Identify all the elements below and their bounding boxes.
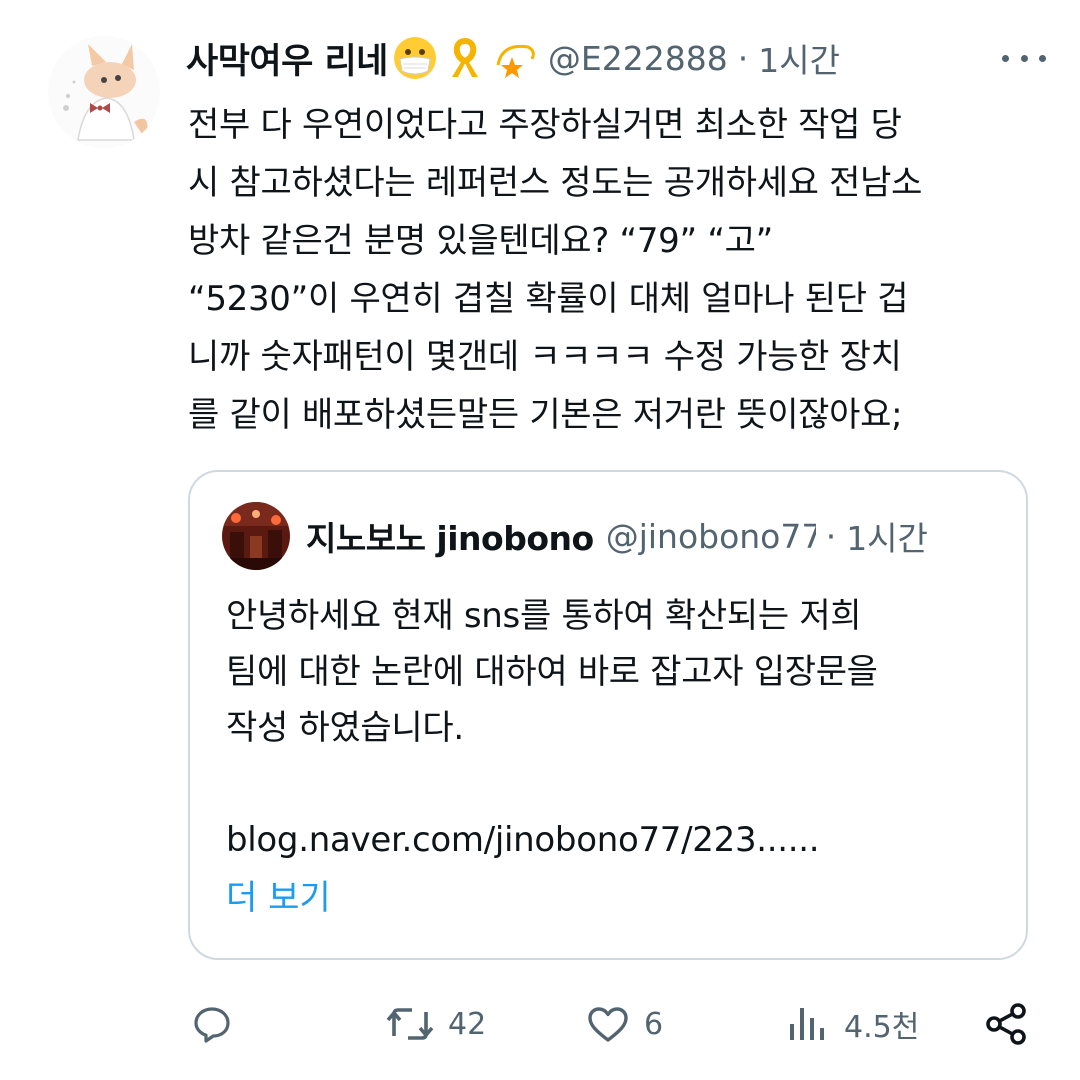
tweet-text-line: 를 같이 배포하셨든말든 기본은 저거란 뜻이잖아요; <box>188 395 903 435</box>
timestamp[interactable]: 1시간 <box>758 34 840 82</box>
display-name[interactable]: 사막여우 리네 <box>186 33 388 84</box>
reply-button[interactable] <box>188 996 248 1052</box>
mask-face-emoji-icon <box>392 35 438 81</box>
yellow-ribbon-emoji-icon <box>442 35 488 81</box>
quoted-text-line: 작성 하였습니다. <box>226 708 464 748</box>
views-button[interactable]: 4.5천 <box>784 996 919 1052</box>
reply-icon <box>194 1007 230 1043</box>
quoted-display-name[interactable]: 지노보노 jinobono <box>306 512 594 560</box>
quoted-handle[interactable]: @jinobono77 <box>606 517 816 556</box>
more-options-icon[interactable] <box>1002 38 1046 78</box>
fox-avatar-image <box>48 36 160 148</box>
separator-dot: · <box>825 516 837 556</box>
quoted-timestamp[interactable]: 1시간 <box>846 512 928 560</box>
tweet-text-line: 전부 다 우연이었다고 주장하실거면 최소한 작업 당 <box>188 105 902 145</box>
retweet-button[interactable]: 42 <box>384 996 486 1052</box>
heart-icon <box>588 1007 628 1042</box>
user-handle[interactable]: @E222888 <box>548 39 728 78</box>
tweet-text-line: 니까 숫자패턴이 몇갠데 ㅋㅋㅋㅋ 수정 가능한 장치 <box>188 337 902 377</box>
separator-dot: · <box>737 38 749 78</box>
action-bar: 42 6 4.5천 <box>188 996 1048 1052</box>
tweet-text-line: “5230”이 우연히 겹칠 확률이 대체 얼마나 된단 겁 <box>188 279 909 319</box>
quoted-tweet-card[interactable]: 지노보노 jinobono @jinobono77 · 1시간 안녕하세요 현재… <box>188 470 1028 960</box>
views-chart-icon <box>790 1008 824 1040</box>
share-icon <box>986 1003 1026 1045</box>
quoted-text-line <box>226 756 1006 812</box>
avatar[interactable] <box>48 36 160 148</box>
quoted-link-line: blog.naver.com/jinobono77/223...... <box>226 820 820 860</box>
show-more-link[interactable]: 더 보기 <box>226 870 331 919</box>
retweet-icon <box>386 1008 434 1040</box>
quoted-text-line: 안녕하세요 현재 sns를 통하여 확산되는 저희 <box>226 596 862 636</box>
quoted-avatar[interactable] <box>222 502 290 570</box>
tweet-text-line: 시 참고하셨다는 레퍼런스 정도는 공개하세요 전남소 <box>188 163 923 203</box>
quoted-text: 안녕하세요 현재 sns를 통하여 확산되는 저희 팀에 대한 논란에 대하여 … <box>226 588 1006 868</box>
views-count: 4.5천 <box>844 1010 920 1045</box>
quoted-header: 지노보노 jinobono @jinobono77 · 1시간 <box>306 506 996 566</box>
like-count: 6 <box>644 1006 664 1042</box>
share-button[interactable] <box>982 996 1030 1052</box>
quoted-avatar-image <box>222 502 290 570</box>
tweet-header: 사막여우 리네 @E222888 · 1시간 <box>186 28 1046 88</box>
like-button[interactable]: 6 <box>584 996 663 1052</box>
tweet-text: 전부 다 우연이었다고 주장하실거면 최소한 작업 당 시 참고하셨다는 레퍼런… <box>188 96 1048 444</box>
tweet-text-line: 방차 같은건 분명 있을텐데요? “79” “고” <box>188 221 773 261</box>
quoted-text-line: 팀에 대한 논란에 대하여 바로 잡고자 입장문을 <box>226 652 878 692</box>
retweet-count: 42 <box>448 1006 487 1042</box>
dizzy-star-emoji-icon <box>492 35 538 81</box>
